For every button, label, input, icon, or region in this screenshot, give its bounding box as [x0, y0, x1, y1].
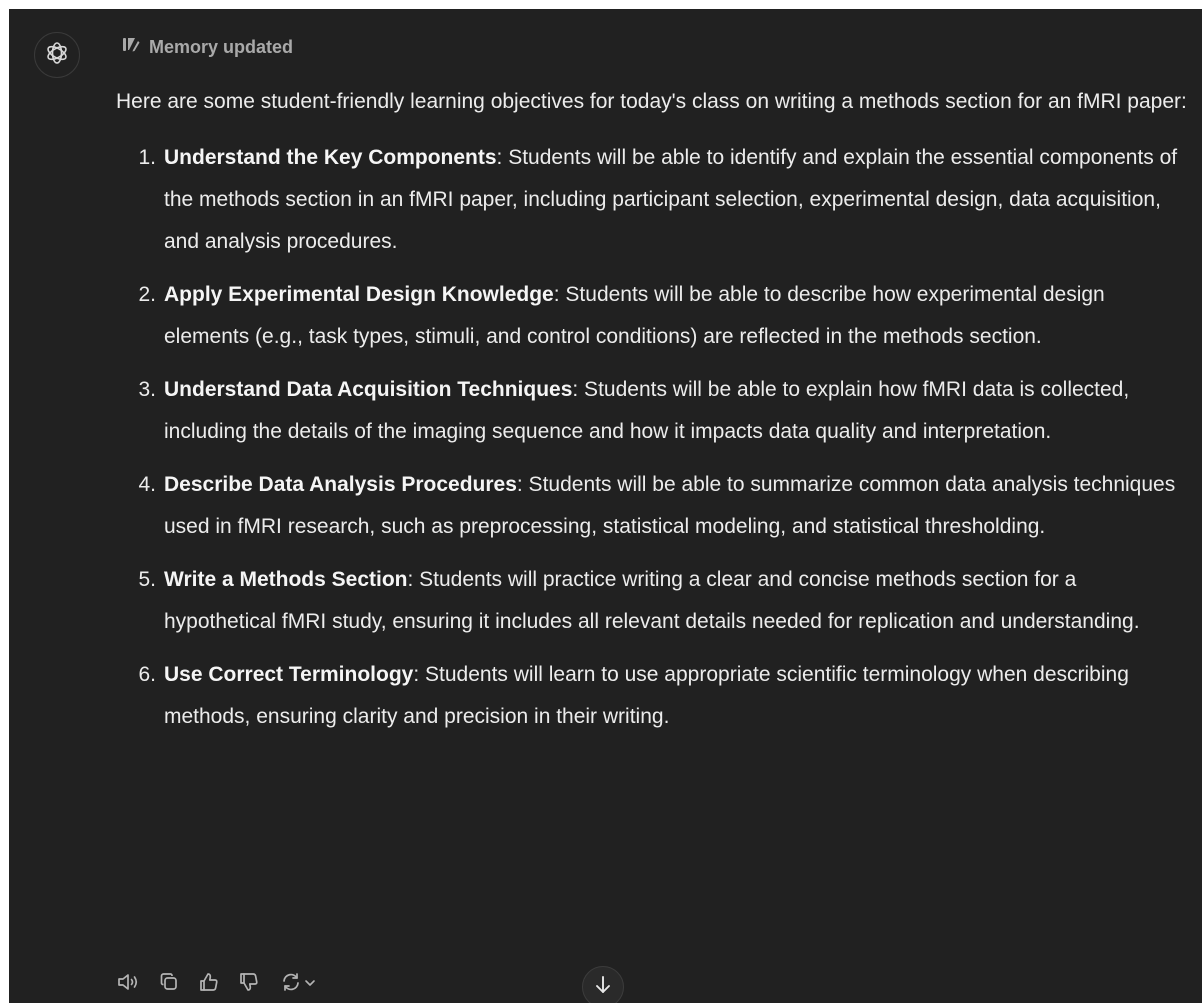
list-item: 4. Describe Data Analysis Procedures: St…: [116, 464, 1191, 548]
thumbs-up-button[interactable]: [196, 971, 222, 997]
list-item-number: 1.: [138, 146, 156, 169]
list-item-number: 2.: [138, 283, 156, 306]
list-item-title: Write a Methods Section: [164, 568, 408, 591]
memory-edit-icon: [121, 35, 141, 60]
openai-logo-icon: [44, 40, 70, 71]
scroll-to-bottom-button[interactable]: [582, 966, 624, 1003]
list-item-title: Understand Data Acquisition Techniques: [164, 378, 573, 401]
list-item-title: Apply Experimental Design Knowledge: [164, 283, 554, 306]
read-aloud-icon: [117, 972, 141, 997]
regenerate-button[interactable]: [276, 971, 320, 997]
thumbs-up-icon: [198, 971, 220, 998]
read-aloud-button[interactable]: [116, 971, 142, 997]
message-actions: [116, 971, 320, 997]
copy-button[interactable]: [156, 971, 182, 997]
regenerate-icon: [280, 971, 302, 998]
chevron-down-icon: [304, 975, 316, 993]
message-intro: Here are some student-friendly learning …: [116, 90, 1187, 113]
list-item-title: Understand the Key Components: [164, 146, 497, 169]
list-item-number: 3.: [138, 378, 156, 401]
list-item: 1. Understand the Key Components: Studen…: [116, 137, 1191, 263]
arrow-down-icon: [594, 975, 612, 1000]
list-item-number: 4.: [138, 473, 156, 496]
assistant-message: Here are some student-friendly learning …: [116, 81, 1191, 749]
list-item-title: Describe Data Analysis Procedures: [164, 473, 517, 496]
thumbs-down-icon: [238, 971, 260, 998]
assistant-avatar: [34, 32, 80, 78]
copy-icon: [159, 972, 179, 997]
list-item: 6. Use Correct Terminology: Students wil…: [116, 654, 1191, 738]
objectives-list: 1. Understand the Key Components: Studen…: [116, 137, 1191, 738]
memory-updated-indicator[interactable]: Memory updated: [121, 35, 293, 59]
chat-panel: Memory updated Here are some student-fri…: [9, 9, 1202, 1003]
list-item-title: Use Correct Terminology: [164, 663, 414, 686]
list-item: 5. Write a Methods Section: Students wil…: [116, 559, 1191, 643]
list-item: 3. Understand Data Acquisition Technique…: [116, 369, 1191, 453]
list-item-number: 5.: [138, 568, 156, 591]
list-item: 2. Apply Experimental Design Knowledge: …: [116, 274, 1191, 358]
thumbs-down-button[interactable]: [236, 971, 262, 997]
memory-updated-label: Memory updated: [149, 36, 294, 57]
list-item-number: 6.: [138, 663, 156, 686]
